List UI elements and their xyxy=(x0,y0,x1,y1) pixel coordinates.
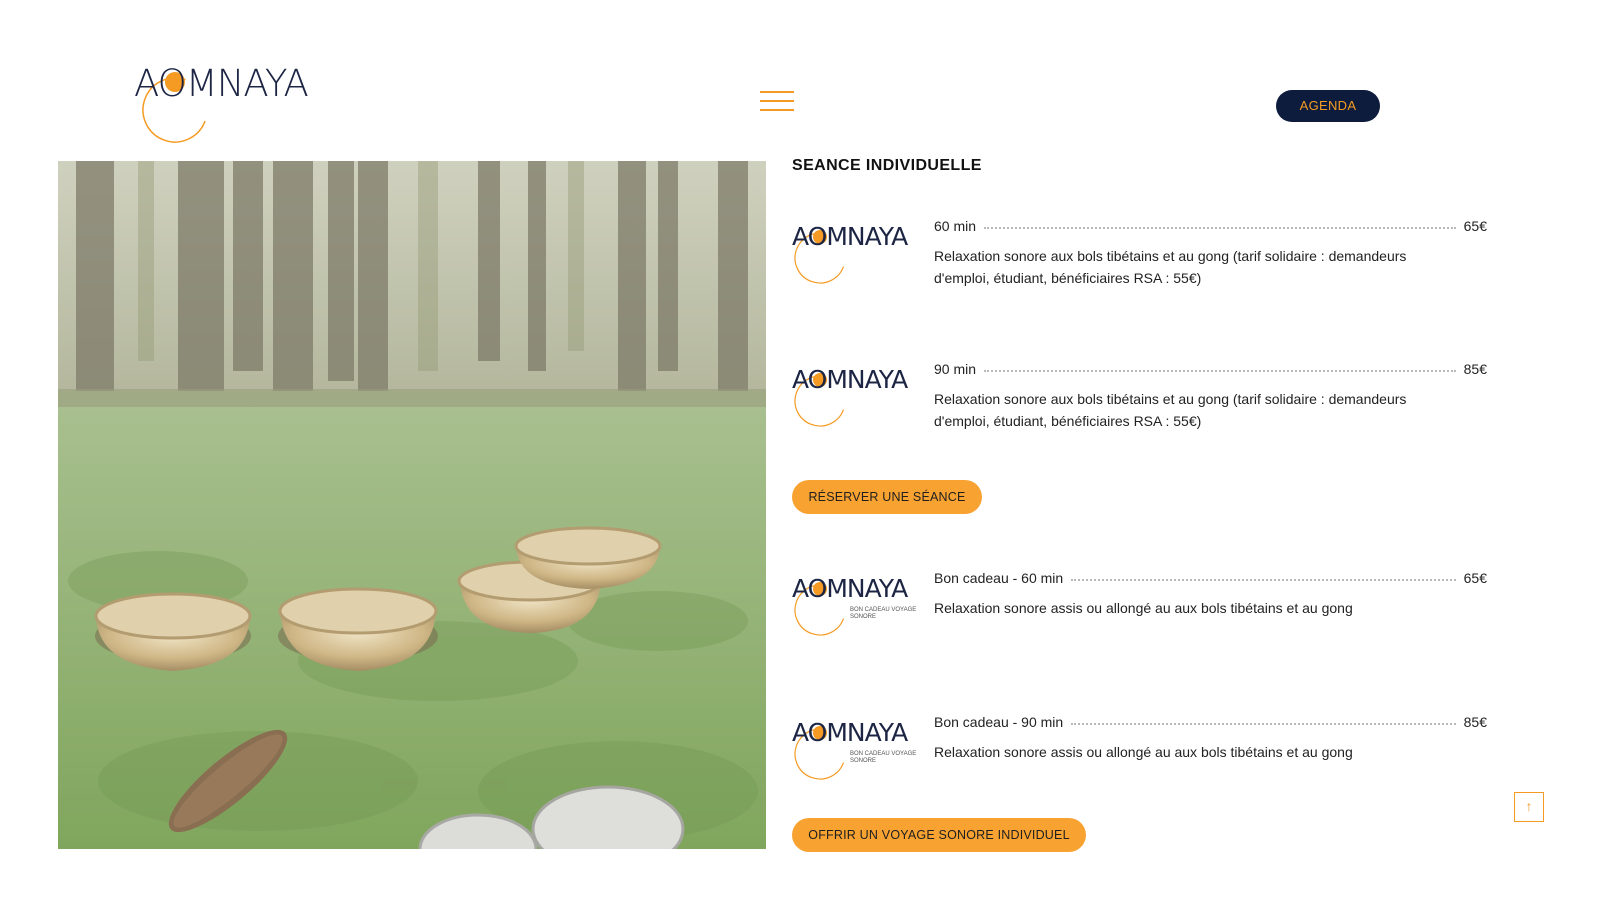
price-line: Bon cadeau - 60 min 65€ xyxy=(934,569,1487,587)
price-value: 65€ xyxy=(1463,570,1487,586)
price-value: 85€ xyxy=(1463,361,1487,377)
item-logo-text: AOMNAYA xyxy=(792,574,908,603)
price-value: 85€ xyxy=(1463,714,1487,730)
item-logo: AOMNAYA BON CADEAU VOYAGE SONORE xyxy=(792,574,916,636)
item-logo-subtitle: BON CADEAU VOYAGE SONORE xyxy=(850,751,917,764)
agenda-button[interactable]: AGENDA xyxy=(1276,90,1380,122)
item-logo-text: AOMNAYA xyxy=(792,365,908,394)
price-line: 90 min 85€ xyxy=(934,360,1487,378)
item-description: Relaxation sonore assis ou allongé au au… xyxy=(934,744,1353,760)
item-description: Relaxation sonore assis ou allongé au au… xyxy=(934,600,1353,616)
site-logo[interactable]: AOMNAYA xyxy=(134,62,324,144)
dotted-leader xyxy=(984,370,1456,372)
item-logo-text: AOMNAYA xyxy=(792,718,908,747)
reserve-session-button[interactable]: RÉSERVER UNE SÉANCE xyxy=(792,480,982,514)
price-value: 65€ xyxy=(1463,218,1487,234)
duration-label: Bon cadeau - 90 min xyxy=(934,714,1064,730)
dotted-leader xyxy=(984,227,1456,229)
item-logo-subtitle: BON CADEAU VOYAGE SONORE xyxy=(850,607,917,620)
price-item: AOMNAYA 60 min 65€ Relaxation sonore aux… xyxy=(792,217,1487,317)
offer-gift-voyage-button[interactable]: OFFRIR UN VOYAGE SONORE INDIVIDUEL xyxy=(792,818,1086,852)
price-item: AOMNAYA BON CADEAU VOYAGE SONORE Bon cad… xyxy=(792,569,1487,669)
section-title: SEANCE INDIVIDUELLE xyxy=(792,157,982,174)
dotted-leader xyxy=(1071,723,1456,725)
price-line: Bon cadeau - 90 min 85€ xyxy=(934,713,1487,731)
price-item: AOMNAYA 90 min 85€ Relaxation sonore aux… xyxy=(792,360,1487,460)
price-item: AOMNAYA BON CADEAU VOYAGE SONORE Bon cad… xyxy=(792,713,1487,813)
duration-label: Bon cadeau - 60 min xyxy=(934,570,1064,586)
arrow-up-icon: ↑ xyxy=(1525,798,1533,814)
duration-label: 90 min xyxy=(934,361,977,377)
singing-bowls-forest-photo xyxy=(58,161,766,849)
item-logo-text: AOMNAYA xyxy=(792,222,908,251)
item-description: Relaxation sonore aux bols tibétains et … xyxy=(934,391,1407,429)
item-logo: AOMNAYA xyxy=(792,365,916,427)
price-line: 60 min 65€ xyxy=(934,217,1487,235)
item-description: Relaxation sonore aux bols tibétains et … xyxy=(934,248,1407,286)
scroll-to-top-button[interactable]: ↑ xyxy=(1514,792,1544,822)
duration-label: 60 min xyxy=(934,218,977,234)
logo-text: AOMNAYA xyxy=(134,62,309,105)
item-logo: AOMNAYA BON CADEAU VOYAGE SONORE xyxy=(792,718,916,780)
dotted-leader xyxy=(1071,579,1456,581)
hamburger-menu-icon[interactable] xyxy=(760,89,796,115)
item-logo: AOMNAYA xyxy=(792,222,916,284)
